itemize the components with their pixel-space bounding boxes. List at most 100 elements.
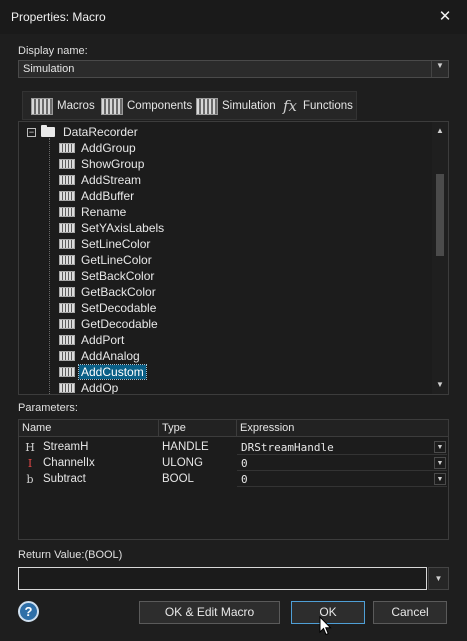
tab-components[interactable]: Components xyxy=(101,96,192,116)
display-name-value: Simulation xyxy=(23,63,75,75)
tree-item-label: GetBackColor xyxy=(81,285,156,299)
tree-item[interactable]: AddPort xyxy=(59,332,126,348)
tree-item[interactable]: SetBackColor xyxy=(59,268,156,284)
param-expression: DRStreamHandle xyxy=(241,441,334,454)
display-name-label: Display name: xyxy=(18,45,88,57)
macro-tree[interactable]: − DataRecorder AddGroup ShowGroup AddStrea… xyxy=(18,121,449,395)
scroll-up-icon[interactable]: ▲ xyxy=(432,124,448,138)
tree-item[interactable]: Rename xyxy=(59,204,128,220)
macro-icon xyxy=(59,159,75,169)
tab-macros-label: Macros xyxy=(57,100,95,112)
tree-item[interactable]: GetDecodable xyxy=(59,316,160,332)
macro-icon xyxy=(59,207,75,217)
macro-icon xyxy=(59,319,75,329)
simulation-icon xyxy=(196,97,218,115)
parameter-row[interactable]: H StreamH HANDLE DRStreamHandle ▼ xyxy=(19,440,448,456)
parameter-row[interactable]: b Subtract BOOL 0 ▼ xyxy=(19,472,448,488)
param-type-icon: I xyxy=(27,457,33,470)
param-expression-field[interactable]: 0 ▼ xyxy=(237,472,447,487)
chevron-down-icon[interactable]: ▼ xyxy=(434,441,446,453)
collapse-icon[interactable]: − xyxy=(27,128,36,137)
header-name[interactable]: Name xyxy=(19,420,159,437)
macro-icon xyxy=(59,255,75,265)
parameters-table: Name Type Expression H StreamH HANDLE DRStr… xyxy=(18,419,449,540)
chevron-down-icon[interactable]: ▼ xyxy=(434,473,446,485)
mouse-cursor-icon xyxy=(319,616,332,636)
macro-icon xyxy=(59,271,75,281)
return-value-input[interactable] xyxy=(18,567,427,590)
macro-icon xyxy=(59,367,75,377)
tree-item[interactable]: SetYAxisLabels xyxy=(59,220,166,236)
tree-item[interactable]: AddCustom xyxy=(59,364,147,380)
macro-icon xyxy=(59,239,75,249)
param-type: BOOL xyxy=(162,473,194,485)
tree-item[interactable]: GetLineColor xyxy=(59,252,154,268)
tree-item-label: GetDecodable xyxy=(81,317,158,331)
macro-icon xyxy=(59,383,75,393)
tree-root-label: DataRecorder xyxy=(63,125,138,139)
tree-item[interactable]: AddOp xyxy=(59,380,120,395)
tab-functions-label: Functions xyxy=(303,100,353,112)
param-expression-field[interactable]: 0 ▼ xyxy=(237,456,447,471)
cancel-button[interactable]: Cancel xyxy=(373,601,447,624)
scroll-thumb[interactable] xyxy=(436,174,444,256)
param-type-icon: H xyxy=(25,441,35,454)
scroll-down-icon[interactable]: ▼ xyxy=(432,378,448,392)
chevron-down-icon[interactable]: ▼ xyxy=(428,567,449,590)
header-type[interactable]: Type xyxy=(159,420,237,437)
macro-icon xyxy=(59,191,75,201)
tree-item-label: AddPort xyxy=(81,333,125,347)
tree-item[interactable]: SetDecodable xyxy=(59,300,158,316)
tree-item-label: SetDecodable xyxy=(81,301,157,315)
tree-item[interactable]: SetLineColor xyxy=(59,236,152,252)
folder-icon xyxy=(41,125,55,137)
tree-item-label: SetBackColor xyxy=(81,269,155,283)
macro-icon xyxy=(59,287,75,297)
display-name-combo[interactable]: Simulation ▼ xyxy=(18,60,449,78)
tree-item-label: SetYAxisLabels xyxy=(81,221,165,235)
parameters-label: Parameters: xyxy=(18,402,78,414)
close-icon[interactable]: ✕ xyxy=(437,9,453,25)
tree-item-label: GetLineColor xyxy=(81,253,152,267)
tree-item-label: AddCustom xyxy=(78,364,147,380)
tree-root[interactable]: DataRecorder xyxy=(41,124,140,140)
chevron-down-icon[interactable]: ▼ xyxy=(434,457,446,469)
component-icon xyxy=(101,97,123,115)
tree-item[interactable]: ShowGroup xyxy=(59,156,146,172)
param-type: HANDLE xyxy=(162,441,209,453)
tree-item-label: AddOp xyxy=(81,381,119,395)
return-value-label: Return Value:(BOOL) xyxy=(18,549,123,561)
param-name: StreamH xyxy=(43,441,89,453)
tab-simulation[interactable]: Simulation xyxy=(196,96,276,116)
tree-item[interactable]: AddStream xyxy=(59,172,143,188)
macro-icon xyxy=(59,351,75,361)
tree-item-label: AddAnalog xyxy=(81,349,140,363)
param-expression: 0 xyxy=(241,457,248,470)
macro-icon xyxy=(31,97,53,115)
ok-edit-macro-button[interactable]: OK & Edit Macro xyxy=(139,601,280,624)
tree-item[interactable]: AddGroup xyxy=(59,140,138,156)
tree-item[interactable]: AddBuffer xyxy=(59,188,136,204)
tree-item-label: AddGroup xyxy=(81,141,136,155)
window-title: Properties: Macro xyxy=(11,10,106,24)
tree-item[interactable]: AddAnalog xyxy=(59,348,142,364)
tree-item-label: Rename xyxy=(81,205,127,219)
tree-item-label: ShowGroup xyxy=(81,157,145,171)
param-expression-field[interactable]: DRStreamHandle ▼ xyxy=(237,440,447,455)
title-bar: Properties: Macro ✕ xyxy=(0,0,467,34)
chevron-down-icon[interactable]: ▼ xyxy=(431,61,448,77)
header-expression[interactable]: Expression xyxy=(237,420,448,437)
tab-simulation-label: Simulation xyxy=(222,100,276,112)
tab-functions[interactable]: fx Functions xyxy=(283,96,353,116)
tree-item-label: SetLineColor xyxy=(81,237,151,251)
param-type: ULONG xyxy=(162,457,203,469)
tree-item-label: AddBuffer xyxy=(81,189,135,203)
tree-item[interactable]: GetBackColor xyxy=(59,284,158,300)
help-icon[interactable]: ? xyxy=(18,601,39,622)
param-type-icon: b xyxy=(26,473,34,486)
macro-icon xyxy=(59,143,75,153)
macro-icon xyxy=(59,175,75,185)
tree-scrollbar[interactable]: ▲ ▼ xyxy=(432,122,448,394)
parameter-row[interactable]: I ChannelIx ULONG 0 ▼ xyxy=(19,456,448,472)
tab-macros[interactable]: Macros xyxy=(31,96,95,116)
